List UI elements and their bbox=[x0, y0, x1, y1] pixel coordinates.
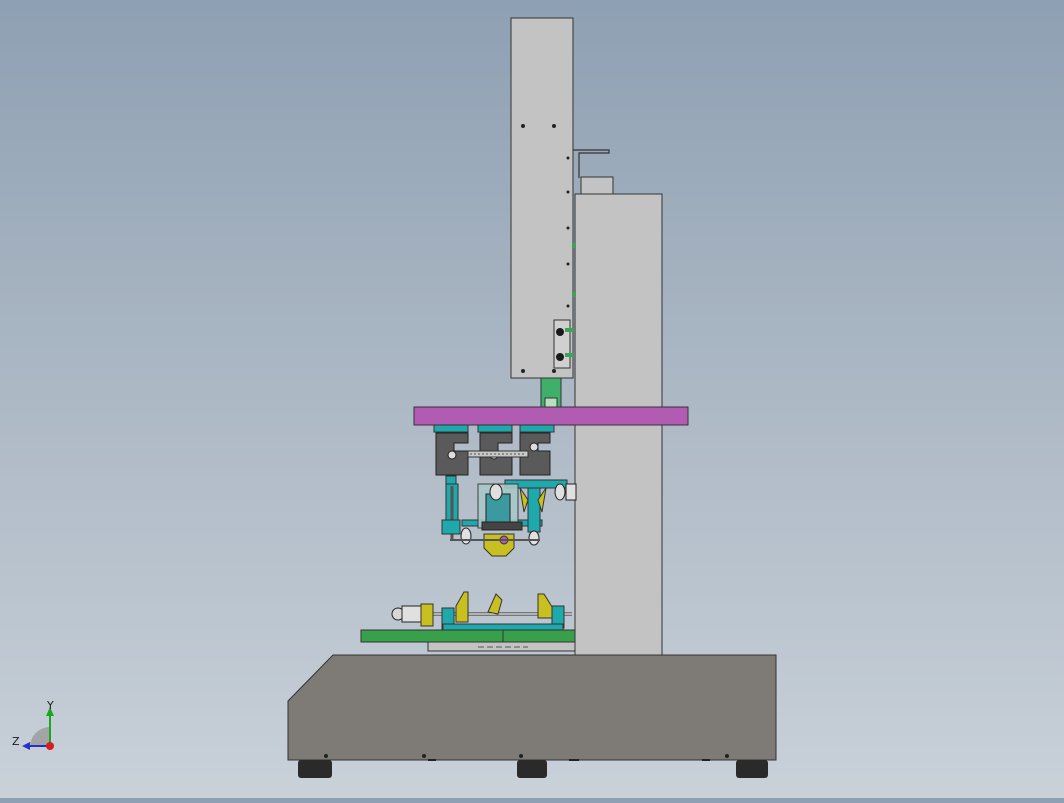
top-bracket bbox=[573, 149, 614, 195]
machine-side-view bbox=[22, 17, 777, 778]
upper-column[interactable] bbox=[510, 17, 574, 379]
triad-y-label: Y bbox=[47, 699, 54, 712]
lower-fixture[interactable] bbox=[391, 591, 572, 631]
origin-icon bbox=[46, 742, 54, 750]
machine-base[interactable] bbox=[287, 654, 777, 761]
coupling-block bbox=[540, 377, 562, 409]
crossbar[interactable] bbox=[413, 406, 689, 426]
upper-gripper[interactable] bbox=[441, 475, 577, 557]
cad-viewport[interactable]: Y Z bbox=[0, 0, 1064, 798]
feet bbox=[298, 760, 768, 778]
load-cell-group[interactable] bbox=[433, 424, 555, 476]
coordinate-triad bbox=[22, 707, 54, 750]
triad-z-label: Z bbox=[12, 735, 20, 748]
bed-plate[interactable] bbox=[360, 629, 576, 652]
